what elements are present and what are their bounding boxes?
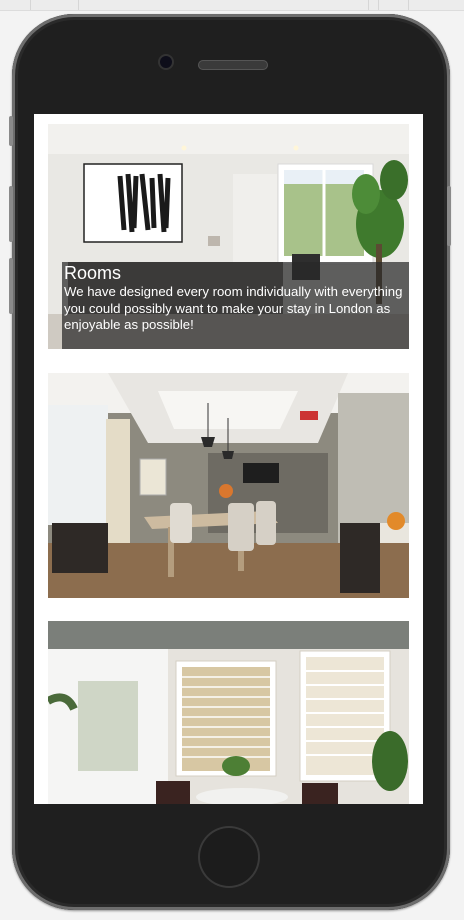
rooms-caption: Rooms We have designed every room indivi…: [62, 262, 409, 349]
bedroom-photo: [48, 621, 409, 804]
browser-top-strip: [0, 0, 464, 11]
power-button: [447, 186, 451, 246]
mute-switch: [9, 116, 13, 146]
rooms-description: We have designed every room individually…: [64, 284, 403, 332]
front-camera-icon: [160, 56, 172, 68]
volume-down-button: [9, 258, 13, 314]
rooms-card[interactable]: Rooms We have designed every room indivi…: [48, 124, 409, 349]
bedroom-card[interactable]: [48, 621, 409, 804]
volume-up-button: [9, 186, 13, 242]
rooms-title: Rooms: [64, 263, 122, 283]
dining-room-photo: [48, 373, 409, 598]
dining-room-card[interactable]: [48, 373, 409, 598]
phone-screen: Rooms We have designed every room indivi…: [34, 114, 423, 804]
home-button[interactable]: [198, 826, 260, 888]
speaker-grille: [198, 60, 268, 70]
